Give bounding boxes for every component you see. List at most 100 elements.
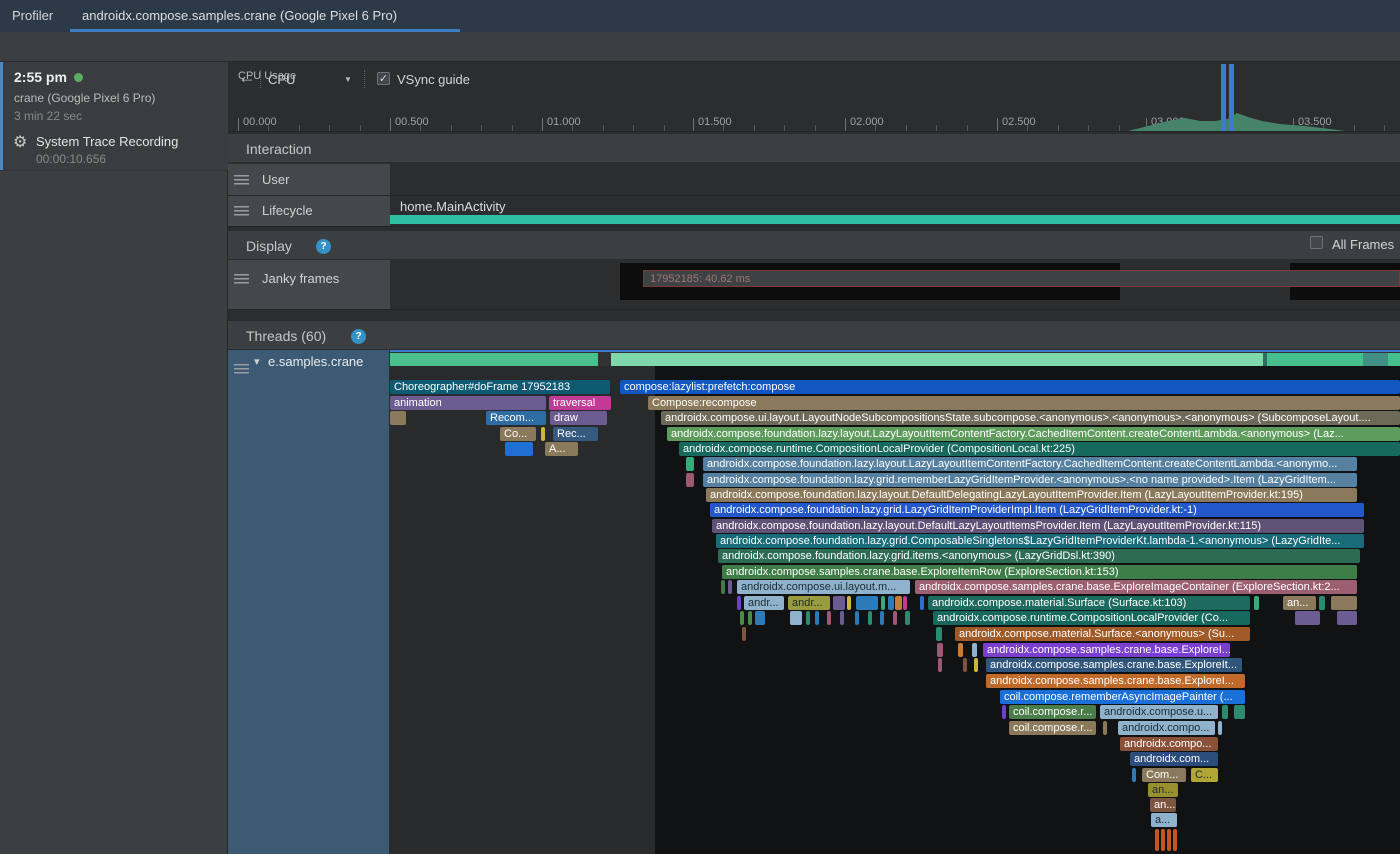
trace-span[interactable]: [881, 596, 885, 610]
trace-span[interactable]: Com...: [1142, 768, 1186, 782]
trace-span[interactable]: [903, 596, 907, 610]
trace-span[interactable]: [855, 611, 859, 625]
trace-span[interactable]: A...: [545, 442, 578, 456]
trace-span[interactable]: [505, 442, 533, 456]
trace-span[interactable]: androidx.compose.foundation.lazy.grid.La…: [710, 503, 1364, 517]
janky-frame-bar[interactable]: 17952185: 40.62 ms: [643, 270, 1400, 287]
trace-span[interactable]: [1331, 596, 1357, 610]
trace-span[interactable]: [856, 596, 878, 610]
chevron-down-icon[interactable]: ▼: [344, 75, 352, 84]
trace-span[interactable]: androidx.compose.foundation.lazy.layout.…: [706, 488, 1357, 502]
trace-span[interactable]: [895, 596, 902, 610]
trace-span[interactable]: androidx.compo...: [1120, 737, 1218, 751]
trace-span[interactable]: animation: [390, 396, 546, 410]
trace-span[interactable]: an...: [1148, 783, 1178, 797]
trace-span[interactable]: a...: [1151, 813, 1177, 827]
trace-span[interactable]: [1173, 829, 1177, 851]
trace-span[interactable]: androidx.compose.runtime.CompositionLoca…: [679, 442, 1400, 456]
trace-span[interactable]: [815, 611, 819, 625]
trace-span[interactable]: androidx.compose.samples.crane.base.Expl…: [983, 643, 1230, 657]
vsync-checkbox[interactable]: ✓: [377, 72, 390, 85]
trace-span[interactable]: Rec...: [553, 427, 598, 441]
trace-span[interactable]: [748, 611, 752, 625]
trace-span[interactable]: [686, 473, 694, 487]
trace-span[interactable]: [728, 580, 732, 594]
drag-handle-icon[interactable]: [234, 175, 249, 186]
trace-span[interactable]: [868, 611, 872, 625]
trace-span[interactable]: [737, 596, 741, 610]
trace-span[interactable]: Co...: [500, 427, 536, 441]
trace-span[interactable]: [1002, 705, 1006, 719]
trace-span[interactable]: androidx.compose.u...: [1100, 705, 1218, 719]
trace-span[interactable]: androidx.com...: [1130, 752, 1218, 766]
trace-span[interactable]: androidx.compose.foundation.lazy.grid.re…: [703, 473, 1357, 487]
trace-span[interactable]: androidx.compose.samples.crane.base.Expl…: [986, 674, 1245, 688]
trace-span[interactable]: androidx.compose.foundation.lazy.layout.…: [703, 457, 1357, 471]
trace-span[interactable]: an...: [1150, 798, 1176, 812]
trace-span[interactable]: [974, 658, 978, 672]
trace-span[interactable]: androidx.compose.foundation.lazy.grid.Co…: [716, 534, 1364, 548]
trace-span[interactable]: [1337, 611, 1357, 625]
trace-span[interactable]: [1167, 829, 1171, 851]
trace-span[interactable]: [840, 611, 844, 625]
trace-span[interactable]: Compose:recompose: [648, 396, 1400, 410]
trace-span[interactable]: androidx.compose.ui.layout.LayoutNodeSub…: [661, 411, 1400, 425]
trace-span[interactable]: [1103, 721, 1107, 735]
trace-span[interactable]: androidx.compose.runtime.CompositionLoca…: [933, 611, 1250, 625]
trace-span[interactable]: C...: [1191, 768, 1218, 782]
lifecycle-event-bar[interactable]: [390, 215, 1400, 224]
trace-span[interactable]: Choreographer#doFrame 17952183: [390, 380, 610, 394]
trace-span[interactable]: [880, 611, 884, 625]
trace-span[interactable]: andr...: [744, 596, 784, 610]
trace-span[interactable]: [1218, 721, 1222, 735]
trace-span[interactable]: [1254, 596, 1259, 610]
trace-span[interactable]: [936, 627, 942, 641]
trace-span[interactable]: [888, 596, 894, 610]
trace-span[interactable]: [958, 643, 963, 657]
trace-span[interactable]: [905, 611, 910, 625]
trace-span[interactable]: [920, 596, 924, 610]
trace-span[interactable]: draw: [550, 411, 607, 425]
drag-handle-icon[interactable]: [234, 364, 249, 375]
trace-span[interactable]: compose:lazylist:prefetch:compose: [620, 380, 1400, 394]
trace-span[interactable]: androidx.compose.samples.crane.base.Expl…: [986, 658, 1242, 672]
trace-span[interactable]: androidx.compo...: [1118, 721, 1215, 735]
thread-row-label[interactable]: ▾ e.samples.crane: [228, 350, 390, 854]
trace-span[interactable]: androidx.compose.foundation.lazy.layout.…: [712, 519, 1364, 533]
trace-span[interactable]: [1161, 829, 1165, 851]
drag-handle-icon[interactable]: [234, 206, 249, 217]
trace-span[interactable]: androidx.compose.ui.layout.m...: [737, 580, 910, 594]
trace-span[interactable]: traversal: [549, 396, 611, 410]
trace-span[interactable]: androidx.compose.foundation.lazy.layout.…: [667, 427, 1400, 441]
trace-span[interactable]: coil.compose.rememberAsyncImagePainter (…: [1000, 690, 1245, 704]
trace-span[interactable]: [937, 643, 943, 657]
trace-span[interactable]: [1132, 768, 1136, 782]
trace-span[interactable]: [1155, 829, 1159, 851]
trace-span[interactable]: [790, 611, 802, 625]
trace-span[interactable]: coil.compose.r...: [1009, 705, 1096, 719]
tab-session[interactable]: androidx.compose.samples.crane (Google P…: [70, 0, 460, 32]
trace-span[interactable]: [740, 611, 744, 625]
drag-handle-icon[interactable]: [234, 274, 249, 285]
trace-span[interactable]: andr...: [788, 596, 830, 610]
trace-span[interactable]: [390, 411, 406, 425]
trace-span[interactable]: androidx.compose.material.Surface.<anony…: [955, 627, 1250, 641]
vsync-checkbox-label[interactable]: VSync guide: [397, 72, 470, 87]
trace-span[interactable]: [806, 611, 810, 625]
trace-span[interactable]: [833, 596, 845, 610]
trace-span[interactable]: androidx.compose.samples.crane.base.Expl…: [915, 580, 1357, 594]
trace-span[interactable]: [847, 596, 851, 610]
trace-span[interactable]: androidx.compose.material.Surface (Surfa…: [928, 596, 1250, 610]
trace-span[interactable]: [721, 580, 725, 594]
trace-span[interactable]: [541, 427, 545, 441]
help-icon[interactable]: ?: [351, 329, 366, 344]
trace-span[interactable]: [938, 658, 942, 672]
trace-span[interactable]: [1319, 596, 1325, 610]
trace-span[interactable]: [827, 611, 831, 625]
trace-span[interactable]: [1234, 705, 1245, 719]
trace-span[interactable]: androidx.compose.foundation.lazy.grid.it…: [718, 549, 1360, 563]
trace-span[interactable]: [1295, 611, 1320, 625]
trace-span[interactable]: [755, 611, 765, 625]
trace-span[interactable]: an...: [1283, 596, 1316, 610]
trace-span[interactable]: [742, 627, 746, 641]
